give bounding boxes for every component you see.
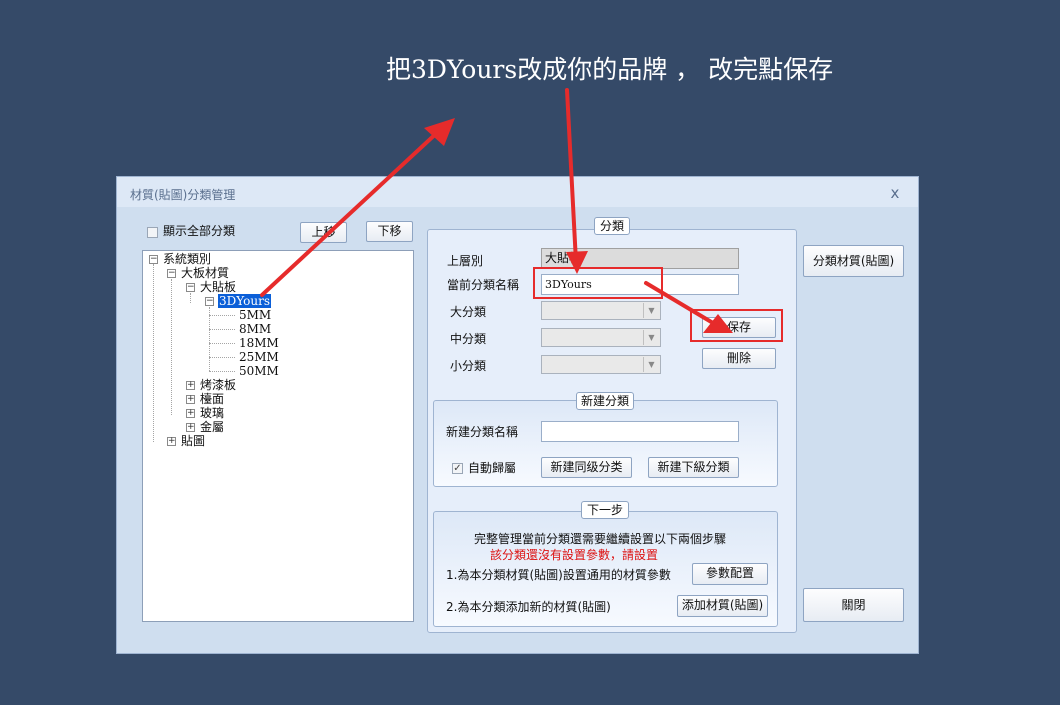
arrow-head [566,251,588,274]
arrow-to-save [644,281,720,328]
annotation-arrows [260,88,733,333]
arrow-to-name-field [565,88,578,264]
arrow-head [703,314,733,333]
arrow-to-caption [260,128,442,297]
